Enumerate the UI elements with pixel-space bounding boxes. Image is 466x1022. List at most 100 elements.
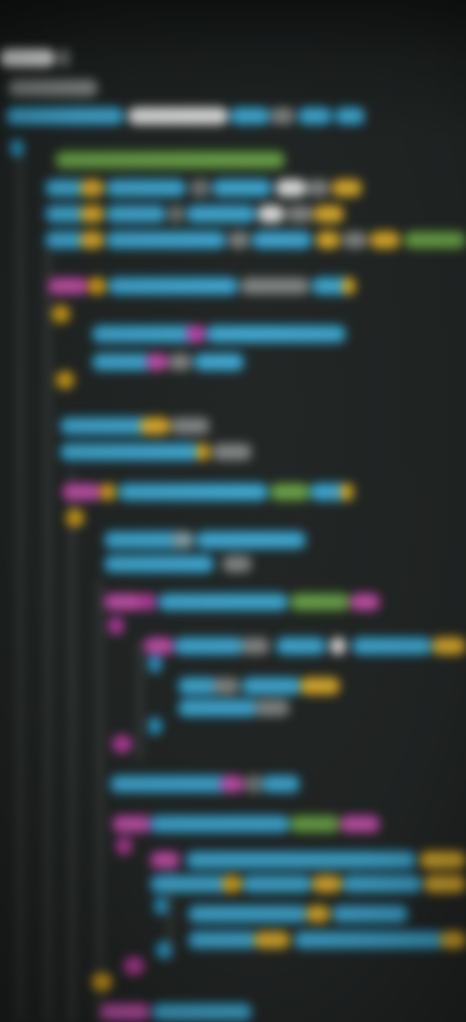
code-token-highlight (318, 210, 340, 218)
code-token-highlight (346, 236, 364, 244)
code-token (148, 717, 162, 735)
code-token-highlight (182, 704, 254, 712)
code-token-highlight (12, 84, 94, 92)
code-token-highlight (344, 820, 376, 828)
code-token-highlight (104, 1008, 146, 1016)
code-token-highlight (374, 236, 396, 244)
code-token-highlight (444, 936, 462, 944)
code-token-highlight (216, 682, 236, 690)
code-token-highlight (310, 910, 326, 918)
code-token-highlight (64, 422, 146, 430)
code-token-highlight (210, 330, 342, 338)
code-token (52, 305, 70, 323)
code-token (244, 775, 264, 793)
code-token-highlight (266, 780, 296, 788)
code-token (124, 957, 144, 975)
code-token-highlight (258, 936, 286, 944)
code-token-highlight (110, 236, 222, 244)
code-token-highlight (116, 820, 148, 828)
code-token-highlight (339, 112, 361, 120)
code-token-highlight (66, 488, 98, 496)
code-token-highlight (336, 910, 404, 918)
code-token-highlight (148, 642, 170, 650)
code-token (88, 277, 106, 295)
code-token (330, 637, 346, 655)
code-token-highlight (200, 536, 302, 544)
code-token-highlight (192, 910, 304, 918)
code-token (342, 277, 356, 295)
code-token-highlight (244, 282, 306, 290)
code-token-highlight (156, 1008, 248, 1016)
blurred-code-editor (0, 0, 466, 1022)
code-token (340, 483, 354, 501)
code-token-highlight (262, 210, 280, 218)
code-token-highlight (84, 184, 100, 192)
code-token-highlight (178, 642, 240, 650)
code-token-highlight (144, 422, 166, 430)
code-token-highlight (108, 560, 210, 568)
code-token-highlight (346, 880, 418, 888)
code-token (116, 837, 132, 855)
code-token-highlight (428, 880, 462, 888)
code-token-highlight (114, 780, 226, 788)
code-token-highlight (108, 598, 140, 606)
code-token-highlight (112, 282, 234, 290)
code-token-highlight (52, 282, 84, 290)
code-token-highlight (232, 236, 246, 244)
code-token-highlight (110, 210, 162, 218)
code-token-highlight (274, 112, 291, 120)
code-token-highlight (320, 236, 336, 244)
code-token (58, 49, 70, 67)
code-token (100, 483, 116, 501)
code-token-highlight (216, 448, 248, 456)
code-token (186, 325, 206, 343)
code-token-highlight (10, 112, 120, 120)
code-token-highlight (280, 184, 302, 192)
code-token-highlight (190, 210, 252, 218)
code-token (222, 875, 242, 893)
code-token-highlight (96, 330, 198, 338)
code-token (66, 509, 84, 527)
code-token-highlight (294, 820, 336, 828)
code-token (10, 139, 24, 157)
code-token (156, 941, 172, 959)
code-token-highlight (302, 112, 328, 120)
code-token-highlight (122, 488, 264, 496)
code-token-highlight (154, 880, 226, 888)
code-token-highlight (354, 598, 376, 606)
code-token-highlight (258, 704, 286, 712)
code-token-highlight (246, 880, 308, 888)
code-token-highlight (162, 598, 284, 606)
code-token-highlight (172, 358, 188, 366)
code-token-highlight (408, 236, 462, 244)
code-token-highlight (59, 156, 281, 164)
code-token (56, 371, 74, 389)
code-token-highlight (84, 236, 100, 244)
code-token-highlight (424, 856, 462, 864)
code-token-highlight (310, 184, 326, 192)
code-token-highlight (96, 358, 148, 366)
code-token-highlight (298, 936, 440, 944)
code-token-highlight (182, 682, 214, 690)
code-token (112, 735, 132, 753)
code-token-highlight (336, 184, 358, 192)
code-token-highlight (49, 210, 81, 218)
code-token-highlight (216, 184, 268, 192)
code-token (190, 179, 210, 197)
code-lines-layer (0, 49, 466, 1022)
code-token-highlight (244, 642, 266, 650)
code-token-highlight (436, 642, 462, 650)
code-token (92, 973, 112, 991)
code-token (140, 593, 156, 611)
code-token-highlight (4, 54, 51, 62)
code-token-highlight (356, 642, 428, 650)
code-token-highlight (174, 422, 206, 430)
code-token (196, 443, 210, 461)
code-token (168, 205, 184, 223)
code-token-highlight (280, 642, 322, 650)
code-token-highlight (304, 682, 336, 690)
code-token-highlight (154, 856, 176, 864)
code-token-highlight (234, 112, 266, 120)
code-token-highlight (316, 880, 338, 888)
code-token-highlight (132, 112, 224, 120)
